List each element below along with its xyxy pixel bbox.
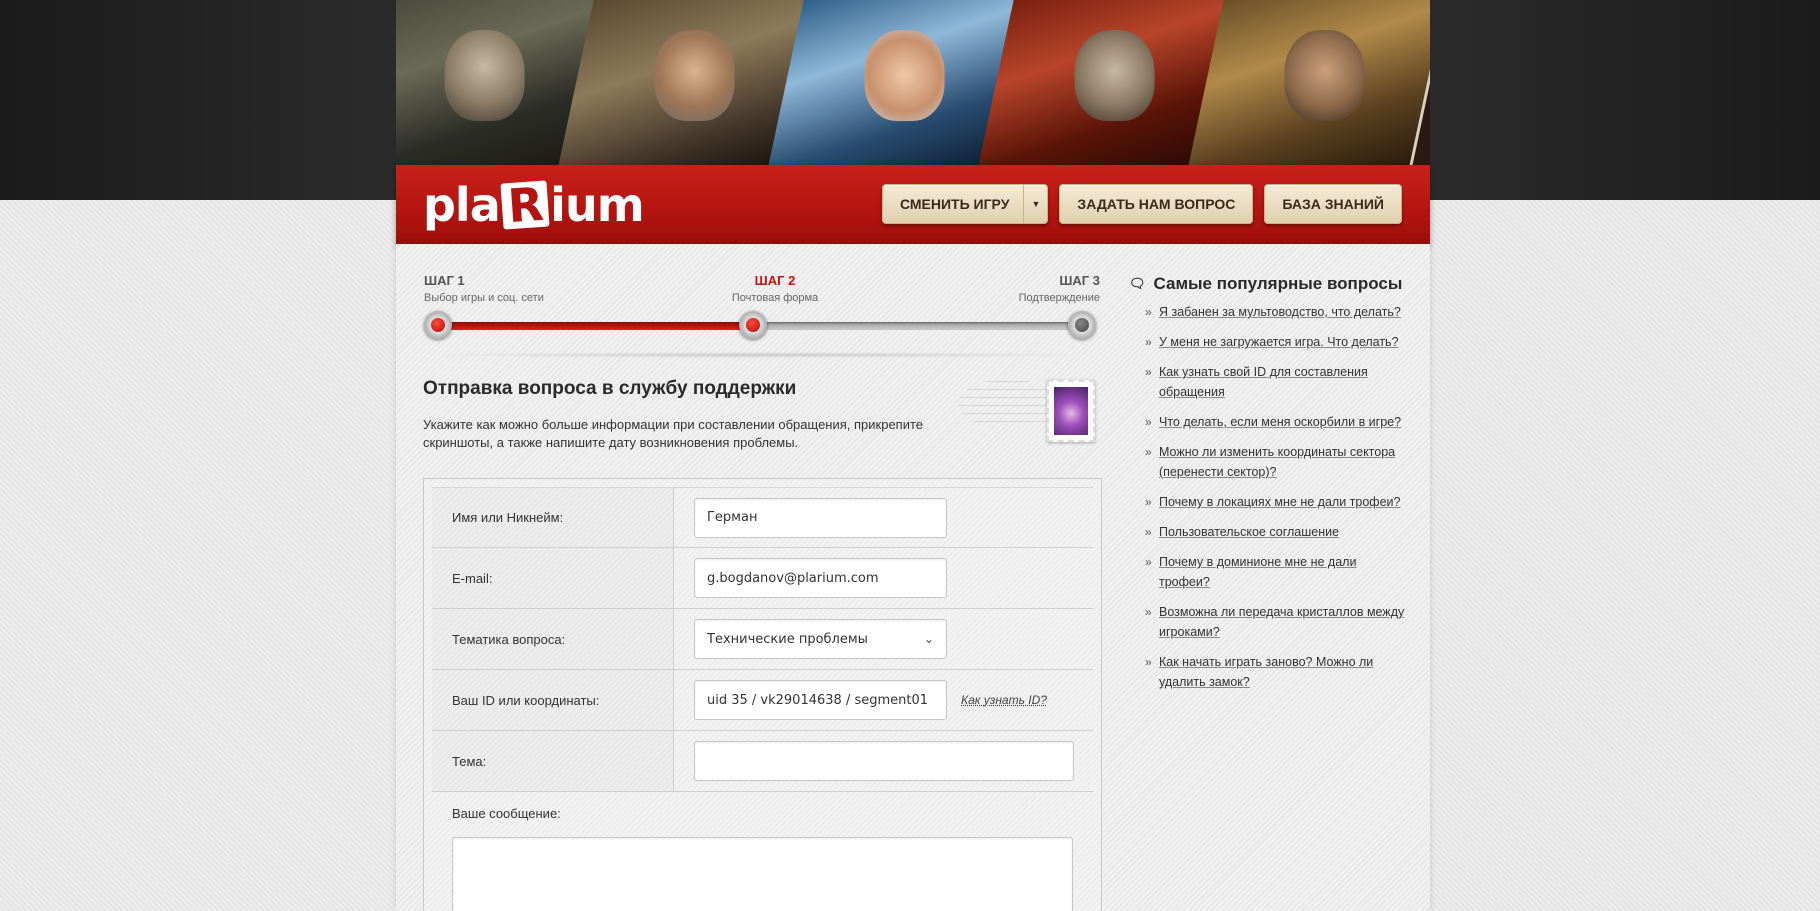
- step-1-marker: [424, 311, 452, 339]
- games-banner: [396, 0, 1430, 166]
- step-1-description: Выбор игры и соц. сети: [424, 292, 544, 304]
- step-3-number: ШАГ 3: [1059, 273, 1100, 288]
- step-3-marker: [1068, 311, 1096, 339]
- name-label: Имя или Никнейм:: [432, 488, 674, 547]
- popular-questions-title: 🗨 Самые популярные вопросы: [1129, 274, 1409, 294]
- form-row-id: Ваш ID или координаты: uid 35 / vk290146…: [432, 670, 1093, 731]
- topic-select-value: Технические проблемы: [707, 631, 868, 647]
- faq-link[interactable]: Можно ли изменить координаты сектора (пе…: [1159, 445, 1395, 479]
- form-row-name: Имя или Никнейм: Герман: [432, 487, 1093, 548]
- subject-label: Тема:: [432, 731, 674, 791]
- list-item: У меня не загружается игра. Что делать?: [1145, 332, 1409, 352]
- form-row-subject: Тема:: [432, 731, 1093, 792]
- ask-question-button[interactable]: ЗАДАТЬ НАМ ВОПРОС: [1059, 184, 1254, 224]
- main-content: ШАГ 1 Выбор игры и соц. сети ШАГ 2 Почто…: [396, 244, 1430, 911]
- email-input[interactable]: g.bogdanov@plarium.com: [694, 558, 947, 598]
- popular-questions: 🗨 Самые популярные вопросы Я забанен за …: [1129, 274, 1409, 702]
- change-game-button[interactable]: СМЕНИТЬ ИГРУ ▼: [881, 184, 1049, 224]
- faq-link[interactable]: Почему в локациях мне не дали трофеи?: [1159, 495, 1400, 509]
- form-title: Отправка вопроса в службу поддержки: [423, 378, 797, 399]
- faq-link[interactable]: Как начать играть заново? Можно ли удали…: [1159, 655, 1373, 689]
- faq-link[interactable]: Пользовательское соглашение: [1159, 525, 1339, 539]
- list-item: Пользовательское соглашение: [1145, 522, 1409, 542]
- step-3: ШАГ 3 Подтверждение: [1019, 273, 1100, 304]
- id-input[interactable]: uid 35 / vk29014638 / segment01: [694, 680, 947, 720]
- step-progress-fill: [432, 322, 754, 330]
- form-row-message: Ваше сообщение:: [432, 792, 1093, 911]
- form-intro: Укажите как можно больше информации при …: [423, 417, 924, 450]
- faq-link[interactable]: Что делать, если меня оскорбили в игре?: [1159, 415, 1401, 429]
- topic-select[interactable]: Технические проблемы ⌄: [694, 619, 947, 659]
- how-to-find-id-link[interactable]: Как узнать ID?: [961, 693, 1047, 707]
- header-nav: СМЕНИТЬ ИГРУ ▼ ЗАДАТЬ НАМ ВОПРОС БАЗА ЗН…: [881, 184, 1402, 224]
- step-2-marker: [739, 311, 767, 339]
- step-2: ШАГ 2 Почтовая форма: [715, 273, 835, 304]
- message-textarea[interactable]: [452, 837, 1073, 911]
- popular-questions-heading: Самые популярные вопросы: [1153, 274, 1403, 293]
- step-1-number: ШАГ 1: [424, 273, 465, 288]
- faq-link[interactable]: Как узнать свой ID для составления обращ…: [1159, 365, 1368, 399]
- list-item: Почему в локациях мне не дали трофеи?: [1145, 492, 1409, 512]
- postmark-icon: [958, 379, 1058, 429]
- chevron-down-icon: ⌄: [923, 632, 934, 646]
- subject-input[interactable]: [694, 741, 1074, 781]
- banner-character-pirate: [1188, 0, 1430, 166]
- postage-stamp-icon: [1047, 380, 1095, 442]
- plarium-logo[interactable]: pla Rium: [423, 177, 645, 233]
- site-header: pla Rium СМЕНИТЬ ИГРУ ▼ ЗАДАТЬ НАМ ВОПРОС…: [396, 165, 1430, 244]
- change-game-label: СМЕНИТЬ ИГРУ: [899, 196, 1010, 212]
- list-item: Можно ли изменить координаты сектора (пе…: [1145, 442, 1409, 482]
- faq-link[interactable]: Возможна ли передача кристаллов между иг…: [1159, 605, 1404, 639]
- list-item: Почему в доминионе мне не дали трофеи?: [1145, 552, 1409, 592]
- faq-link[interactable]: У меня не загружается игра. Что делать?: [1159, 335, 1399, 349]
- knowledge-base-button[interactable]: БАЗА ЗНАНИЙ: [1264, 184, 1402, 224]
- popular-questions-list: Я забанен за мультоводство, что делать? …: [1129, 302, 1409, 692]
- list-item: Как начать играть заново? Можно ли удали…: [1145, 652, 1409, 692]
- topic-label: Тематика вопроса:: [432, 609, 674, 669]
- list-item: Возможна ли передача кристаллов между иг…: [1145, 602, 1409, 642]
- list-item: Как узнать свой ID для составления обращ…: [1145, 362, 1409, 402]
- list-item: Я забанен за мультоводство, что делать?: [1145, 302, 1409, 322]
- step-2-description: Почтовая форма: [731, 292, 819, 304]
- faq-link[interactable]: Я забанен за мультоводство, что делать?: [1159, 305, 1401, 319]
- faq-link[interactable]: Почему в доминионе мне не дали трофеи?: [1159, 555, 1356, 589]
- divider-shadow: [424, 352, 1100, 358]
- step-3-description: Подтверждение: [1018, 292, 1100, 304]
- id-label: Ваш ID или координаты:: [432, 670, 674, 730]
- email-label: E-mail:: [432, 548, 674, 608]
- list-item: Что делать, если меня оскорбили в игре?: [1145, 412, 1409, 432]
- speech-bubble-icon: 🗨: [1129, 276, 1146, 291]
- form-row-topic: Тематика вопроса: Технические проблемы ⌄: [432, 609, 1093, 670]
- step-2-number: ШАГ 2: [754, 273, 796, 288]
- step-1: ШАГ 1 Выбор игры и соц. сети: [424, 273, 544, 304]
- name-input[interactable]: Герман: [694, 497, 947, 538]
- message-label: Ваше сообщение:: [452, 806, 561, 821]
- support-form: Имя или Никнейм: Герман E-mail: g.bogdan…: [423, 478, 1102, 911]
- form-row-email: E-mail: g.bogdanov@plarium.com: [432, 548, 1093, 609]
- caret-down-icon[interactable]: ▼: [1023, 185, 1047, 223]
